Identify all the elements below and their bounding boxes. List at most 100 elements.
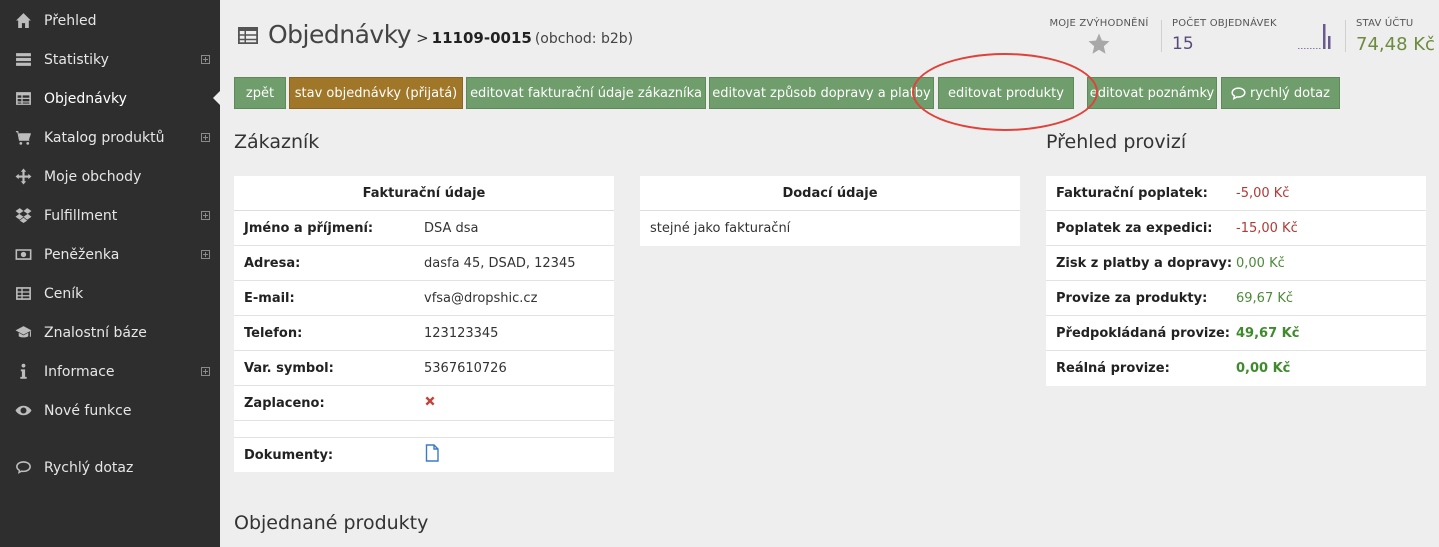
- sidebar-item-label: Přehled: [44, 12, 97, 29]
- stat-divider: [1345, 20, 1346, 52]
- sidebar-item-informace[interactable]: Informace: [0, 352, 220, 391]
- edit-products-button[interactable]: editovat produkty: [938, 77, 1074, 109]
- field-value: 0,00 Kč: [1236, 361, 1291, 376]
- table-row: Provize za produkty: 69,67 Kč: [1046, 281, 1426, 316]
- sidebar-item-label: Katalog produktů: [44, 129, 165, 146]
- home-icon: [0, 12, 44, 29]
- edit-shipping-payment-button[interactable]: editovat způsob dopravy a platby: [709, 77, 934, 109]
- order-status-button[interactable]: stav objednávky (přijatá): [289, 77, 463, 109]
- table-row: Var. symbol: 5367610726: [234, 351, 614, 386]
- sidebar-item-label: Peněženka: [44, 246, 120, 263]
- field-label: E-mail:: [244, 290, 295, 306]
- stat-order-count-label: POČET OBJEDNÁVEK: [1172, 18, 1277, 29]
- graduation-cap-icon: [0, 324, 44, 341]
- back-button[interactable]: zpět: [234, 77, 286, 109]
- commission-panel: Fakturační poplatek: -5,00 Kč Poplatek z…: [1046, 176, 1426, 386]
- sidebar-item-znalostni-baze[interactable]: Znalostní báze: [0, 313, 220, 352]
- table-row: stejné jako fakturační: [640, 211, 1020, 246]
- sidebar-item-label: Objednávky: [44, 90, 127, 107]
- sidebar-item-label: Rychlý dotaz: [44, 459, 134, 476]
- field-value: vfsa@dropshic.cz: [424, 290, 538, 306]
- sidebar-item-katalog[interactable]: Katalog produktů: [0, 118, 220, 157]
- stat-favorites[interactable]: MOJE ZVÝHODNĚNÍ: [1048, 18, 1150, 56]
- sidebar-item-penezenka[interactable]: Peněženka: [0, 235, 220, 274]
- table-row-empty: [234, 421, 614, 438]
- customer-section-title: Zákazník: [234, 131, 320, 153]
- table-row: Zisk z platby a dopravy: 0,00 Kč: [1046, 246, 1426, 281]
- delivery-value: stejné jako fakturační: [650, 221, 791, 236]
- field-label: Zaplaceno:: [244, 395, 325, 411]
- sidebar-item-statistiky[interactable]: Statistiky: [0, 40, 220, 79]
- order-number: 11109-0015: [431, 29, 532, 47]
- field-value: -15,00 Kč: [1236, 220, 1298, 236]
- money-icon: [0, 246, 44, 263]
- sidebar-item-label: Fulfillment: [44, 207, 118, 224]
- field-value: 123123345: [424, 325, 499, 341]
- breadcrumb-separator: >: [416, 29, 429, 47]
- field-label: Dokumenty:: [244, 447, 334, 463]
- field-label: Provize za produkty:: [1056, 290, 1208, 306]
- sidebar-item-label: Informace: [44, 363, 115, 380]
- table-row: Předpokládaná provize: 49,67 Kč: [1046, 316, 1426, 351]
- table-row: Adresa: dasfa 45, DSAD, 12345: [234, 246, 614, 281]
- sidebar-item-moje-obchody[interactable]: Moje obchody: [0, 157, 220, 196]
- eye-icon: [0, 402, 44, 419]
- field-value: 0,00 Kč: [1236, 255, 1285, 271]
- edit-notes-button[interactable]: editovat poznámky: [1087, 77, 1217, 109]
- stat-balance-label: STAV ÚČTU: [1356, 18, 1414, 29]
- orders-sparkline: [1298, 24, 1331, 49]
- expand-plus-icon[interactable]: [201, 133, 210, 142]
- expand-plus-icon[interactable]: [201, 55, 210, 64]
- sidebar-item-prehled[interactable]: Přehled: [0, 1, 220, 40]
- sidebar-item-label: Znalostní báze: [44, 324, 147, 341]
- quick-question-label: rychlý dotaz: [1250, 85, 1330, 101]
- expand-plus-icon[interactable]: [201, 211, 210, 220]
- edit-billing-button[interactable]: editovat fakturační údaje zákazníka: [466, 77, 706, 109]
- unpaid-x-icon: [424, 395, 436, 411]
- quick-question-button[interactable]: rychlý dotaz: [1221, 77, 1340, 109]
- billing-panel-header: Fakturační údaje: [234, 176, 614, 211]
- table-row: Jméno a příjmení: DSA dsa: [234, 211, 614, 246]
- chat-icon: [1231, 86, 1246, 100]
- field-value: 5367610726: [424, 360, 507, 376]
- field-value: 69,67 Kč: [1236, 290, 1294, 306]
- table-row: Poplatek za expedici: -15,00 Kč: [1046, 211, 1426, 246]
- stat-favorites-label: MOJE ZVÝHODNĚNÍ: [1049, 18, 1149, 29]
- table-row: Fakturační poplatek: -5,00 Kč: [1046, 176, 1426, 211]
- sidebar-item-label: Statistiky: [44, 51, 109, 68]
- delivery-panel-header: Dodací údaje: [640, 176, 1020, 211]
- stat-balance: STAV ÚČTU 74,48 Kč: [1356, 18, 1435, 55]
- sidebar-item-cenik[interactable]: Ceník: [0, 274, 220, 313]
- table-row: Reálná provize: 0,00 Kč: [1046, 351, 1426, 386]
- stats-icon: [0, 51, 44, 68]
- field-label: Poplatek za expedici:: [1056, 220, 1213, 236]
- chat-icon: [0, 459, 44, 476]
- field-label: Reálná provize:: [1056, 361, 1170, 376]
- billing-panel: Fakturační údaje Jméno a příjmení: DSA d…: [234, 176, 614, 472]
- field-label: Var. symbol:: [244, 360, 334, 376]
- field-label: Fakturační poplatek:: [1056, 185, 1208, 201]
- sidebar-item-nove-funkce[interactable]: Nové funkce: [0, 391, 220, 430]
- sidebar-item-fulfillment[interactable]: Fulfillment: [0, 196, 220, 235]
- dropbox-icon: [0, 207, 44, 224]
- field-value: 49,67 Kč: [1236, 325, 1300, 341]
- sidebar-item-label: Moje obchody: [44, 168, 142, 185]
- expand-plus-icon[interactable]: [201, 250, 210, 259]
- sidebar-item-objednavky[interactable]: Objednávky: [0, 79, 220, 118]
- table-row: E-mail: vfsa@dropshic.cz: [234, 281, 614, 316]
- field-value: -5,00 Kč: [1236, 185, 1290, 201]
- stat-order-count: POČET OBJEDNÁVEK 15: [1172, 18, 1277, 54]
- stat-balance-value: 74,48 Kč: [1356, 34, 1435, 55]
- table-row: Zaplaceno:: [234, 386, 614, 421]
- table-icon: [0, 90, 44, 107]
- document-icon[interactable]: [424, 444, 440, 466]
- page-title: Objednávky > 11109-0015 (obchod: b2b): [238, 20, 633, 49]
- sidebar: Přehled Statistiky Objednávky Katalog pr…: [0, 0, 220, 547]
- field-label: Jméno a příjmení:: [244, 220, 374, 236]
- expand-plus-icon[interactable]: [201, 367, 210, 376]
- field-label: Zisk z platby a dopravy:: [1056, 255, 1233, 271]
- sidebar-item-rychly-dotaz[interactable]: Rychlý dotaz: [0, 448, 220, 487]
- stat-divider: [1161, 20, 1162, 52]
- cart-icon: [0, 129, 44, 146]
- info-icon: [0, 363, 44, 380]
